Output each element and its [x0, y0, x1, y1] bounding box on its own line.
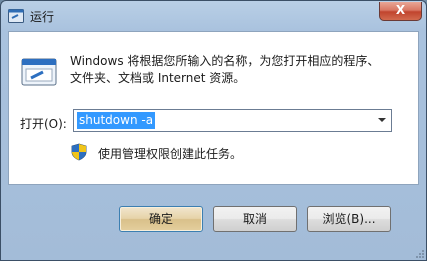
browse-button[interactable]: 浏览(B)...: [307, 206, 391, 232]
window-title: 运行: [30, 10, 55, 24]
admin-privilege-note: 使用管理权限创建此任务。: [98, 147, 243, 161]
open-input-value[interactable]: shutdown -a: [77, 112, 156, 129]
open-combobox[interactable]: shutdown -a: [73, 109, 392, 132]
description-line-1: Windows 将根据您所输入的名称，为您打开相应的程序、: [70, 54, 380, 68]
description-line-2: 文件夹、文档或 Internet 资源。: [70, 71, 246, 85]
resize-grip-icon[interactable]: [414, 248, 424, 258]
title-bar[interactable]: 运行 X: [1, 1, 426, 31]
cancel-button[interactable]: 取消: [213, 206, 297, 232]
run-dialog: 运行 X Windows 将根据您所输入的名称，为您打开相应的程序、 文件夹、文…: [0, 0, 427, 261]
close-button[interactable]: X: [379, 2, 422, 21]
run-icon: [21, 58, 57, 86]
description-text: Windows 将根据您所输入的名称，为您打开相应的程序、 文件夹、文档或 In…: [70, 53, 410, 87]
dialog-body: Windows 将根据您所输入的名称，为您打开相应的程序、 文件夹、文档或 In…: [8, 31, 419, 185]
run-app-icon: [8, 9, 24, 23]
ok-button[interactable]: 确定: [119, 206, 203, 232]
dropdown-arrow-icon[interactable]: [378, 118, 386, 122]
open-label: 打开(O):: [20, 117, 67, 131]
uac-shield-icon: [71, 143, 87, 161]
